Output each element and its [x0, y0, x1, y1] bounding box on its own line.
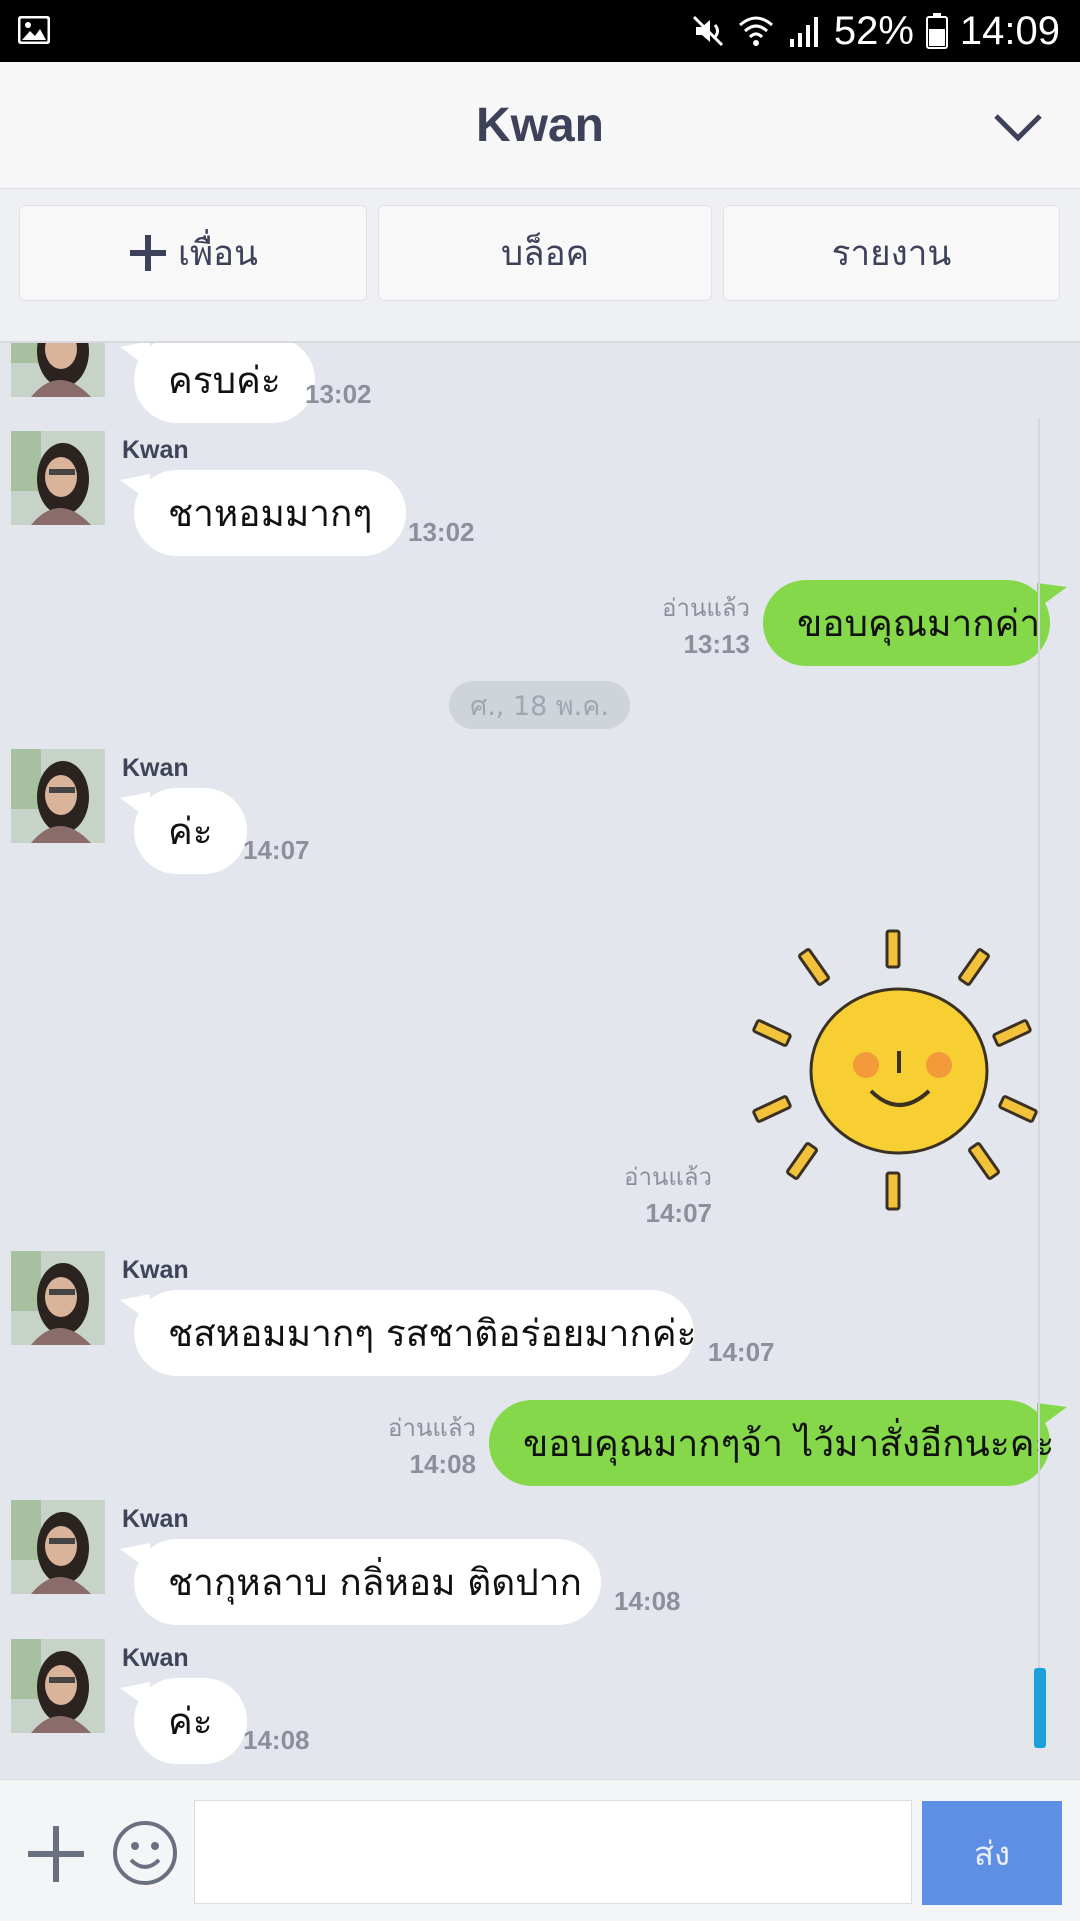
message-text: ค่ะ [168, 809, 213, 853]
message-text: ชาหอมมากๆ [168, 491, 373, 535]
bubble-tail [120, 343, 150, 369]
chat-title: Kwan [475, 99, 604, 152]
avatar[interactable] [11, 431, 105, 525]
status-bar: 52% 14:09 [0, 0, 1080, 62]
message-bubble[interactable]: ชสหอมมากๆ รสชาติอร่อยมากค่ะ [134, 1290, 697, 1376]
message-time: 14:07 [708, 1337, 775, 1367]
message-bubble-outgoing[interactable]: ขอบคุณมากๆจ้า ไว้มาสั่งอีกนะคะ [489, 1400, 1054, 1486]
message-text: ครบค่ะ [168, 358, 281, 402]
block-label: บล็อค [500, 233, 590, 274]
read-receipt: อ่านแล้ว 14:07 [624, 1157, 712, 1229]
bubble-tail [120, 1294, 150, 1322]
message-bubble[interactable]: ครบค่ะ [134, 343, 315, 423]
plus-icon[interactable] [26, 1824, 86, 1884]
chevron-down-icon[interactable] [992, 102, 1044, 154]
input-bar: ส่ง [0, 1779, 1080, 1921]
battery-icon [925, 13, 948, 49]
scrollbar-thumb[interactable] [1034, 1668, 1046, 1748]
read-status: อ่านแล้ว [388, 1414, 476, 1442]
message-time: 14:08 [614, 1586, 681, 1616]
message-text: ขอบคุณมากๆจ้า ไว้มาสั่งอีกนะคะ [523, 1421, 1055, 1465]
avatar[interactable] [11, 1639, 105, 1733]
chat-header: Kwan [0, 62, 1080, 189]
message-bubble[interactable]: ชาหอมมากๆ [134, 470, 407, 556]
message-time: 13:02 [305, 379, 372, 409]
read-receipt: อ่านแล้ว 14:08 [388, 1408, 476, 1480]
avatar[interactable] [11, 1500, 105, 1594]
bubble-tail [120, 1543, 150, 1571]
message-time: 14:07 [645, 1198, 713, 1228]
message-time: 14:08 [243, 1725, 310, 1755]
report-button[interactable]: รายงาน [723, 205, 1060, 301]
message-bubble-outgoing[interactable]: ขอบคุณมากค่า [763, 580, 1050, 666]
action-bar: เพื่อน บล็อค รายงาน [0, 189, 1080, 343]
clock: 14:09 [959, 8, 1060, 53]
bubble-tail [120, 1682, 150, 1710]
message-bubble[interactable]: ชากุหลาบ กลิ่หอม ติดปาก [134, 1539, 601, 1625]
wifi-icon [738, 16, 773, 46]
emoji-icon[interactable] [112, 1820, 178, 1886]
bubble-tail [1037, 583, 1067, 609]
sender-name: Kwan [122, 1644, 189, 1672]
avatar[interactable] [11, 343, 105, 397]
sun-sticker-icon[interactable] [744, 923, 1044, 1213]
message-time: 14:07 [243, 835, 310, 865]
message-time: 13:02 [408, 517, 475, 547]
chat-area[interactable]: ครบค่ะ 13:02 Kwan ชาหอมมากๆ 13:02 อ่านแล… [0, 343, 1080, 1779]
battery-percent: 52% [833, 8, 914, 53]
message-text: ขอบคุณมากค่า [797, 601, 1041, 645]
message-text: ค่ะ [168, 1699, 213, 1743]
date-separator: ศ., 18 พ.ค. [449, 681, 630, 729]
scrollbar-track[interactable] [1038, 418, 1040, 1748]
message-time: 13:13 [683, 629, 751, 659]
message-input[interactable] [194, 1800, 912, 1904]
message-bubble[interactable]: ค่ะ [134, 1678, 247, 1764]
avatar[interactable] [11, 1251, 105, 1345]
gallery-icon [18, 16, 50, 44]
message-bubble[interactable]: ค่ะ [134, 788, 247, 874]
add-friend-button[interactable]: เพื่อน [19, 205, 367, 301]
mute-icon [692, 15, 723, 47]
sender-name: Kwan [122, 754, 189, 782]
signal-icon [789, 17, 818, 47]
report-label: รายงาน [831, 233, 952, 274]
read-status: อ่านแล้ว [662, 594, 750, 622]
message-time: 14:08 [409, 1449, 477, 1479]
sender-name: Kwan [122, 1505, 189, 1533]
message-text: ชสหอมมากๆ รสชาติอร่อยมากค่ะ [168, 1311, 697, 1355]
send-button[interactable]: ส่ง [922, 1801, 1062, 1905]
plus-icon [130, 235, 166, 271]
avatar[interactable] [11, 749, 105, 843]
message-text: ชากุหลาบ กลิ่หอม ติดปาก [168, 1560, 582, 1604]
block-button[interactable]: บล็อค [378, 205, 712, 301]
bubble-tail [120, 792, 150, 820]
add-friend-label: เพื่อน [178, 233, 258, 274]
sender-name: Kwan [122, 436, 189, 464]
bubble-tail [1037, 1403, 1067, 1429]
read-receipt: อ่านแล้ว 13:13 [662, 588, 750, 660]
sender-name: Kwan [122, 1256, 189, 1284]
read-status: อ่านแล้ว [624, 1163, 712, 1191]
bubble-tail [120, 474, 150, 502]
